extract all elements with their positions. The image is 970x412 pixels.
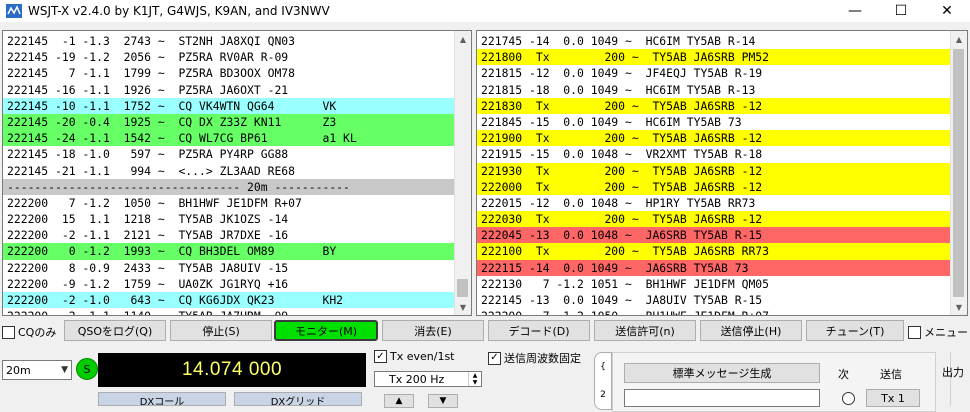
decode-line[interactable]: 222145 -13 0.0 1049 ~ JA8UIV TY5AB R-15 <box>477 292 951 308</box>
band-value: 20m <box>6 363 31 377</box>
decode-line[interactable]: 221815 -18 0.0 1049 ~ HC6IM TY5AB R-13 <box>477 82 951 98</box>
hold-tx-freq-label: 送信周波数固定 <box>504 352 581 365</box>
chevron-down-icon[interactable]: ▼ <box>61 365 68 375</box>
generate-std-msgs-button[interactable]: 標準メッセージ生成 <box>624 363 820 383</box>
tx-frequency-spinbox[interactable]: Tx 200 Hz ▲ ▼ <box>374 371 482 387</box>
status-indicator: S <box>76 358 98 380</box>
scroll-down-icon[interactable]: ▼ <box>951 299 967 315</box>
rx-frequency-list: 221745 -14 0.0 1049 ~ HC6IM TY5AB R-14 22… <box>477 33 951 315</box>
decode-line[interactable]: 222200 15 1.1 1218 ~ TY5AB JK1OZS -14 <box>3 211 455 227</box>
tx1-message-input[interactable] <box>624 389 820 407</box>
decode-line[interactable]: 222200 -2 -1.0 643 ~ CQ KG6JDX QK23 KH2 <box>3 292 455 309</box>
scroll-down-icon[interactable]: ▼ <box>455 299 471 315</box>
bottom-controls: 20m ▼ S 14.074 000 DXコール DXグリッド ✓ Tx eve… <box>0 348 970 412</box>
stop-button[interactable]: 停止(S) <box>170 320 272 341</box>
tab-label: 2 <box>600 390 606 400</box>
erase-button[interactable]: 消去(E) <box>382 320 484 341</box>
decode-line[interactable]: 221830 Tx 200 ~ TY5AB JA6SRB -12 <box>477 97 951 114</box>
decode-line[interactable]: 222200 2 -1.1 1140 ~ TY5AB JA7HRM -09 <box>3 308 455 315</box>
decode-line[interactable]: ---------------------------------- 20m -… <box>3 178 455 195</box>
dx-call-button[interactable]: DXコール <box>98 392 226 406</box>
decode-line[interactable]: 222145 -1 -1.3 2743 ~ ST2NH JA8XQI QN03 <box>3 33 455 49</box>
left-scrollbar[interactable]: ▲ ▼ <box>454 31 471 315</box>
menus-checkbox[interactable]: メニュー <box>908 324 968 340</box>
cq-only-label: CQのみ <box>18 326 57 339</box>
tx-frequency-value: Tx 200 Hz <box>389 372 445 386</box>
decode-line[interactable]: 222145 -19 -1.2 2056 ~ PZ5RA RV0AR R-09 <box>3 49 455 65</box>
decode-line[interactable]: 222145 -24 -1.1 1542 ~ CQ WL7CG BP61 a1 … <box>3 130 455 147</box>
scroll-thumb[interactable] <box>953 49 964 297</box>
checkbox-icon[interactable] <box>2 325 15 339</box>
decode-line[interactable]: 221815 -12 0.0 1049 ~ JF4EQJ TY5AB R-19 <box>477 65 951 81</box>
band-activity-panel[interactable]: 222145 -1 -1.3 2743 ~ ST2NH JA8XQI QN03 2… <box>2 30 472 316</box>
tx1-button[interactable]: Tx 1 <box>866 389 920 407</box>
decode-line[interactable]: 222045 -13 0.0 1048 ~ JA6SRB TY5AB R-15 <box>477 227 951 244</box>
decode-line[interactable]: 222145 -16 -1.1 1926 ~ PZ5RA JA6OXT -21 <box>3 82 455 98</box>
window-title: WSJT-X v2.4.0 by K1JT, G4WJS, K9AN, and … <box>28 4 330 18</box>
menus-label: メニュー <box>924 326 968 339</box>
band-select[interactable]: 20m ▼ <box>2 360 72 380</box>
decode-line[interactable]: 221930 Tx 200 ~ TY5AB JA6SRB -12 <box>477 162 951 179</box>
app-icon <box>6 4 22 18</box>
tab-messages[interactable]: { 2 <box>594 352 612 410</box>
decode-line[interactable]: 222145 -20 -0.4 1925 ~ CQ DX Z33Z KN11 Z… <box>3 113 455 131</box>
tab-brace-icon: { <box>600 362 606 372</box>
title-bar: WSJT-X v2.4.0 by K1JT, G4WJS, K9AN, and … <box>0 0 970 22</box>
monitor-button[interactable]: モニター(M) <box>274 320 378 341</box>
check-icon[interactable]: ✓ <box>374 350 387 363</box>
decode-line[interactable]: 221900 Tx 200 ~ TY5AB JA6SRB -12 <box>477 130 951 147</box>
tx-even-checkbox[interactable]: ✓ Tx even/1st <box>374 350 455 363</box>
dx-grid-button[interactable]: DXグリッド <box>234 392 362 406</box>
check-icon[interactable]: ✓ <box>488 351 501 365</box>
decode-line[interactable]: 221915 -15 0.0 1048 ~ VR2XMT TY5AB R-18 <box>477 146 951 162</box>
control-button-row: CQのみ QSOをログ(Q) 停止(S) モニター(M) 消去(E) デコード(… <box>0 320 970 344</box>
decode-line[interactable]: 222145 -10 -1.1 1752 ~ CQ VK4WTN QG64 VK <box>3 97 455 114</box>
decode-line[interactable]: 222115 -14 0.0 1049 ~ JA6SRB TY5AB 73 <box>477 259 951 276</box>
close-button[interactable]: ✕ <box>924 0 970 22</box>
cq-only-checkbox[interactable]: CQのみ <box>2 324 56 340</box>
next-radio[interactable] <box>842 392 855 405</box>
decode-line[interactable]: 222145 -18 -1.0 597 ~ PZ5RA PY4RP GG88 <box>3 146 455 162</box>
decode-line[interactable]: 222015 -12 0.0 1048 ~ HP1RY TY5AB RR73 <box>477 195 951 211</box>
decode-line[interactable]: 221800 Tx 200 ~ TY5AB JA6SRB PM52 <box>477 49 951 66</box>
power-label: 出力 <box>942 366 964 379</box>
decode-line[interactable]: 222145 7 -1.1 1799 ~ PZ5RA BD3OOX OM78 <box>3 65 455 81</box>
spin-arrows-icon[interactable]: ▲ ▼ <box>468 372 481 386</box>
right-scrollbar[interactable]: ▲ ▼ <box>950 31 967 315</box>
rx-frequency-panel[interactable]: 221745 -14 0.0 1049 ~ HC6IM TY5AB R-14 22… <box>476 30 968 316</box>
hold-tx-freq-checkbox[interactable]: ✓ 送信周波数固定 <box>488 350 581 366</box>
maximize-button[interactable]: ☐ <box>878 0 924 22</box>
scroll-up-icon[interactable]: ▲ <box>455 31 471 47</box>
decode-button[interactable]: デコード(D) <box>488 320 590 341</box>
decode-line[interactable]: 222130 7 -1.2 1051 ~ BH1HWF JE1DFM QM05 <box>477 276 951 292</box>
checkbox-icon[interactable] <box>908 325 921 339</box>
minimize-button[interactable]: — <box>832 0 878 22</box>
decode-line[interactable]: 222200 8 -0.9 2433 ~ TY5AB JA8UIV -15 <box>3 260 455 276</box>
scroll-thumb[interactable] <box>457 279 468 297</box>
decode-line[interactable]: 222200 -2 -1.1 2121 ~ TY5AB JR7DXE -16 <box>3 227 455 243</box>
decode-line[interactable]: 222200 7 -1.2 1050 ~ BH1HWF JE1DFM R+07 <box>477 308 951 315</box>
band-activity-list: 222145 -1 -1.3 2743 ~ ST2NH JA8XQI QN03 2… <box>3 33 455 315</box>
now-label: 送信 <box>880 368 902 381</box>
log-qso-button[interactable]: QSOをログ(Q) <box>64 320 166 341</box>
halt-tx-button[interactable]: 送信停止(H) <box>700 320 802 341</box>
decode-line[interactable]: 222100 Tx 200 ~ TY5AB JA6SRB RR73 <box>477 243 951 260</box>
tune-button[interactable]: チューン(T) <box>806 320 904 341</box>
decode-line[interactable]: 221845 -15 0.0 1049 ~ HC6IM TY5AB 73 <box>477 114 951 130</box>
tx-even-label: Tx even/1st <box>390 350 455 363</box>
decode-line[interactable]: 222145 -21 -1.1 994 ~ <...> ZL3AAD RE68 <box>3 163 455 179</box>
decode-line[interactable]: 222000 Tx 200 ~ TY5AB JA6SRB -12 <box>477 178 951 195</box>
scroll-up-icon[interactable]: ▲ <box>951 31 967 47</box>
decode-line[interactable]: 222200 0 -1.2 1993 ~ CQ BH3DEL OM89 BY <box>3 243 455 260</box>
frequency-display: 14.074 000 <box>98 353 366 387</box>
decode-line[interactable]: 222200 7 -1.2 1050 ~ BH1HWF JE1DFM R+07 <box>3 195 455 211</box>
decode-line[interactable]: 222200 -9 -1.2 1759 ~ UA0ZK JG1RYQ +16 <box>3 276 455 292</box>
enable-tx-button[interactable]: 送信許可(n) <box>594 320 696 341</box>
decode-line[interactable]: 221745 -14 0.0 1049 ~ HC6IM TY5AB R-14 <box>477 33 951 49</box>
next-label: 次 <box>838 368 849 381</box>
decode-line[interactable]: 222030 Tx 200 ~ TY5AB JA6SRB -12 <box>477 211 951 228</box>
